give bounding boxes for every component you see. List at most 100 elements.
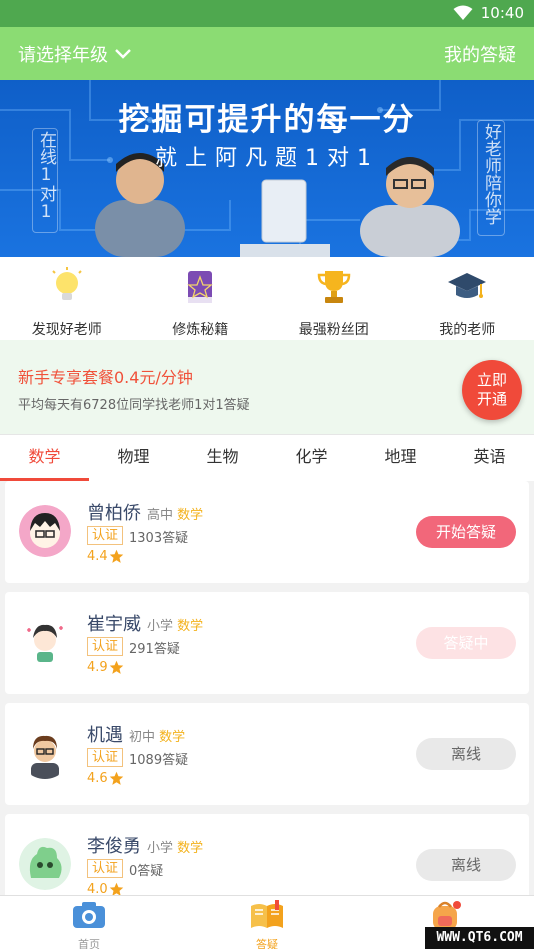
teacher-name-line: 曾柏侨 高中 数学 bbox=[87, 499, 203, 525]
teacher-meta: 小学 数学 bbox=[147, 841, 203, 856]
teacher-name-line: 李俊勇 小学 数学 bbox=[87, 832, 203, 858]
teacher-subject: 数学 bbox=[177, 619, 204, 634]
app-header: 请选择年级 我的答疑 bbox=[0, 27, 534, 80]
tab-math[interactable]: 数学 bbox=[0, 435, 89, 481]
teacher-avatar bbox=[19, 838, 71, 890]
answer-count: 1089答疑 bbox=[129, 753, 189, 768]
monitor-figure bbox=[240, 179, 330, 257]
quick-link-label: 我的老师 bbox=[439, 322, 496, 338]
teacher-avatar bbox=[19, 505, 71, 557]
teacher-subject: 数学 bbox=[159, 730, 186, 745]
banner-headline: 挖掘可提升的每一分 bbox=[118, 102, 416, 138]
star-icon bbox=[109, 771, 123, 785]
banner-left-tag-text: 在线1对1 bbox=[36, 131, 56, 222]
activate-now-label: 立即 开通 bbox=[476, 371, 507, 408]
star-icon bbox=[109, 549, 123, 563]
certified-badge: 认证 bbox=[87, 637, 124, 656]
teacher-avatar bbox=[19, 727, 71, 779]
promo-banner[interactable]: 挖掘可提升的每一分 就上阿凡题1对1 在线1对1 好老师陪你学 bbox=[0, 80, 534, 257]
promo-subtitle: 平均每天有6728位同学找老师1对1答疑 bbox=[18, 398, 250, 413]
certified-badge: 认证 bbox=[87, 859, 124, 878]
status-right: 10:40 bbox=[453, 4, 524, 22]
teacher-subject: 数学 bbox=[177, 841, 204, 856]
banner-subline: 就上阿凡题1对1 bbox=[155, 146, 379, 171]
teacher-meta: 高中 数学 bbox=[147, 508, 203, 523]
teacher-card[interactable]: 崔宇威 小学 数学 认证 291答疑 4.9 答疑中 bbox=[5, 592, 529, 694]
rating-value: 4.6 bbox=[87, 771, 108, 786]
nav-answer[interactable]: 答疑 bbox=[178, 896, 356, 949]
teacher-rating: 4.6 bbox=[87, 771, 124, 786]
quick-link-spellbook[interactable]: 修炼秘籍 bbox=[134, 257, 268, 340]
grade-selector-label: 请选择年级 bbox=[18, 45, 108, 66]
newbie-promo: 新手专享套餐0.4元/分钟 平均每天有6728位同学找老师1对1答疑 立即 开通 bbox=[0, 340, 534, 434]
quick-links: 发现好老师 修炼秘籍 最强粉丝团 我的老师 bbox=[0, 257, 534, 340]
teacher-meta: 小学 数学 bbox=[147, 619, 203, 634]
rating-value: 4.9 bbox=[87, 660, 108, 675]
banner-right-tag-text: 好老师陪你学 bbox=[481, 123, 501, 225]
answering-status-button[interactable]: 答疑中 bbox=[416, 627, 516, 659]
open-book-icon bbox=[251, 900, 283, 928]
teacher-name-line: 崔宇威 小学 数学 bbox=[87, 610, 203, 636]
offline-status-button[interactable]: 离线 bbox=[416, 849, 516, 881]
answer-count: 291答疑 bbox=[129, 642, 180, 657]
teacher-meta: 初中 数学 bbox=[129, 730, 185, 745]
subject-tabs: 数学 物理 生物 化学 地理 英语 bbox=[0, 434, 534, 481]
quick-link-find-teacher[interactable]: 发现好老师 bbox=[0, 257, 134, 340]
lightbulb-icon bbox=[52, 267, 82, 300]
site-watermark: WWW.QT6.COM bbox=[425, 927, 534, 949]
my-questions-link[interactable]: 我的答疑 bbox=[444, 41, 516, 67]
chevron-down-icon bbox=[115, 49, 131, 59]
quick-link-fan-club[interactable]: 最强粉丝团 bbox=[267, 257, 401, 340]
tab-physics[interactable]: 物理 bbox=[89, 435, 178, 481]
nav-label: 首页 bbox=[78, 938, 100, 949]
banner-right-tag: 好老师陪你学 bbox=[477, 120, 505, 236]
offline-status-button[interactable]: 离线 bbox=[416, 738, 516, 770]
teacher-name: 李俊勇 bbox=[87, 836, 141, 857]
answer-count: 1303答疑 bbox=[129, 531, 189, 546]
answer-count: 0答疑 bbox=[129, 864, 164, 879]
tab-chemistry[interactable]: 化学 bbox=[267, 435, 356, 481]
promo-title: 新手专享套餐0.4元/分钟 bbox=[18, 368, 193, 387]
quick-link-my-teacher[interactable]: 我的老师 bbox=[401, 257, 534, 340]
teacher-level: 高中 bbox=[147, 508, 174, 523]
grade-selector[interactable]: 请选择年级 bbox=[18, 41, 132, 67]
nav-home[interactable]: 首页 bbox=[0, 896, 178, 949]
certified-badge: 认证 bbox=[87, 526, 124, 545]
teacher-rating: 4.4 bbox=[87, 549, 124, 564]
teacher-right-figure bbox=[360, 157, 460, 257]
graduation-cap-icon bbox=[448, 273, 487, 298]
teacher-name: 崔宇威 bbox=[87, 614, 141, 635]
schoolbag-icon bbox=[433, 901, 461, 930]
teacher-name-line: 机遇 初中 数学 bbox=[87, 721, 185, 747]
teacher-list[interactable]: 曾柏侨 高中 数学 认证 1303答疑 4.4 开始答疑 崔宇威 小学 数学 认证 … bbox=[0, 481, 534, 895]
teacher-level: 小学 bbox=[147, 619, 174, 634]
rating-value: 4.0 bbox=[87, 882, 108, 895]
teacher-rating: 4.9 bbox=[87, 660, 124, 675]
activate-now-button[interactable]: 立即 开通 bbox=[462, 360, 522, 420]
start-answer-button[interactable]: 开始答疑 bbox=[416, 516, 516, 548]
quick-link-label: 最强粉丝团 bbox=[298, 322, 369, 338]
teacher-card[interactable]: 曾柏侨 高中 数学 认证 1303答疑 4.4 开始答疑 bbox=[5, 481, 529, 583]
teacher-card[interactable]: 机遇 初中 数学 认证 1089答疑 4.6 离线 bbox=[5, 703, 529, 805]
tab-english[interactable]: 英语 bbox=[445, 435, 534, 481]
certified-badge: 认证 bbox=[87, 748, 124, 767]
tab-biology[interactable]: 生物 bbox=[178, 435, 267, 481]
spellbook-icon bbox=[187, 271, 214, 303]
rating-value: 4.4 bbox=[87, 549, 108, 564]
quick-link-label: 发现好老师 bbox=[31, 322, 102, 338]
teacher-level: 小学 bbox=[147, 841, 174, 856]
teacher-name: 曾柏侨 bbox=[87, 503, 141, 524]
teacher-rating: 4.0 bbox=[87, 882, 124, 895]
teacher-card[interactable]: 李俊勇 小学 数学 认证 0答疑 4.0 离线 bbox=[5, 814, 529, 895]
teacher-name: 机遇 bbox=[87, 725, 123, 746]
camera-icon bbox=[73, 902, 105, 928]
star-icon bbox=[109, 882, 123, 895]
quick-link-label: 修炼秘籍 bbox=[172, 322, 229, 338]
teacher-level: 初中 bbox=[129, 730, 156, 745]
teacher-subject: 数学 bbox=[177, 508, 204, 523]
star-icon bbox=[109, 660, 123, 674]
wifi-icon bbox=[453, 5, 473, 20]
tab-geography[interactable]: 地理 bbox=[356, 435, 445, 481]
teacher-avatar bbox=[19, 616, 71, 668]
trophy-icon bbox=[317, 271, 351, 303]
